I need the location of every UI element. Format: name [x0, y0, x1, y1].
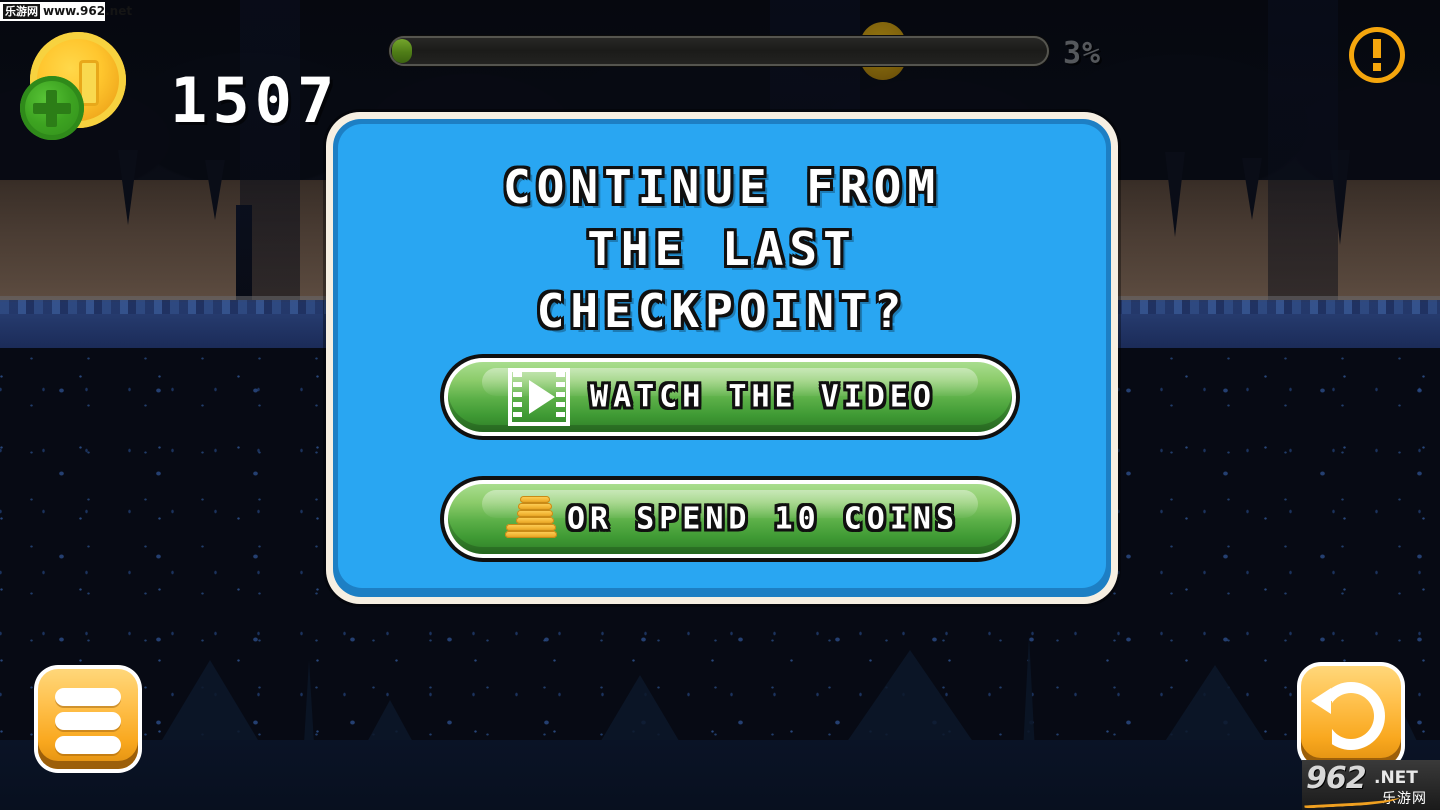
coin-count-label: 1507	[170, 64, 340, 137]
dialog-title-line-2: THE LAST	[587, 222, 857, 276]
restart-button-face	[1301, 666, 1401, 766]
progress-fill	[392, 39, 412, 63]
menu-button[interactable]	[34, 665, 142, 773]
info-button[interactable]	[1349, 27, 1405, 83]
ground-floor	[0, 740, 1440, 810]
dialog-title: CONTINUE FROM THE LAST CHECKPOINT?	[338, 156, 1106, 342]
progress-track	[389, 36, 1049, 66]
stalactite	[118, 150, 138, 225]
progress-percent-label: 3%	[1063, 36, 1102, 71]
watch-video-button[interactable]: WATCH THE VIDEO	[440, 354, 1020, 440]
stalactite	[205, 160, 225, 220]
stalactite	[1242, 158, 1262, 220]
watermark-url-label: www.962.net	[43, 4, 133, 18]
dialog-inner-border: CONTINUE FROM THE LAST CHECKPOINT? WATCH…	[333, 119, 1111, 597]
hamburger-menu-icon-line	[55, 736, 121, 754]
site-watermark-bottom: 962 .NET 乐游网	[1302, 760, 1440, 810]
rock-pillar	[1268, 0, 1338, 300]
stalactite	[1165, 152, 1185, 237]
hamburger-menu-icon-line	[55, 688, 121, 706]
add-coins-icon[interactable]	[20, 76, 84, 140]
watermark-number: 962	[1306, 761, 1367, 796]
watermark-net: .NET	[1374, 768, 1418, 788]
spend-coins-label: OR SPEND 10 COINS	[566, 501, 960, 537]
watch-video-button-face: WATCH THE VIDEO	[448, 362, 1012, 432]
restart-button[interactable]	[1297, 662, 1405, 770]
exclamation-bar	[1373, 39, 1381, 58]
dialog-body: CONTINUE FROM THE LAST CHECKPOINT? WATCH…	[338, 124, 1106, 588]
spend-coins-button[interactable]: OR SPEND 10 COINS	[440, 476, 1020, 562]
exclamation-dot	[1373, 63, 1381, 71]
continue-dialog: CONTINUE FROM THE LAST CHECKPOINT? WATCH…	[326, 112, 1118, 604]
dialog-title-line-3: CHECKPOINT?	[536, 284, 908, 338]
site-watermark-top: 乐游网 www.962.net	[0, 2, 132, 21]
plus-vertical	[46, 90, 57, 127]
watermark-cn-label: 乐游网	[3, 4, 40, 19]
spend-coins-button-face: OR SPEND 10 COINS	[448, 484, 1012, 554]
spend-coins-button-outline: OR SPEND 10 COINS	[444, 480, 1016, 558]
level-progress-bar	[389, 22, 1049, 80]
game-screen: 1507 3% CONTINUE FROM THE LAST CHECKPOIN…	[0, 0, 1440, 810]
coin-counter: 1507	[18, 28, 348, 140]
watch-video-button-outline: WATCH THE VIDEO	[444, 358, 1016, 436]
dialog-title-line-1: CONTINUE FROM	[502, 160, 942, 214]
restart-arrow-head	[1311, 688, 1331, 714]
watch-video-label: WATCH THE VIDEO	[590, 379, 936, 415]
hamburger-menu-icon-line	[55, 712, 121, 730]
menu-button-face	[38, 669, 138, 769]
